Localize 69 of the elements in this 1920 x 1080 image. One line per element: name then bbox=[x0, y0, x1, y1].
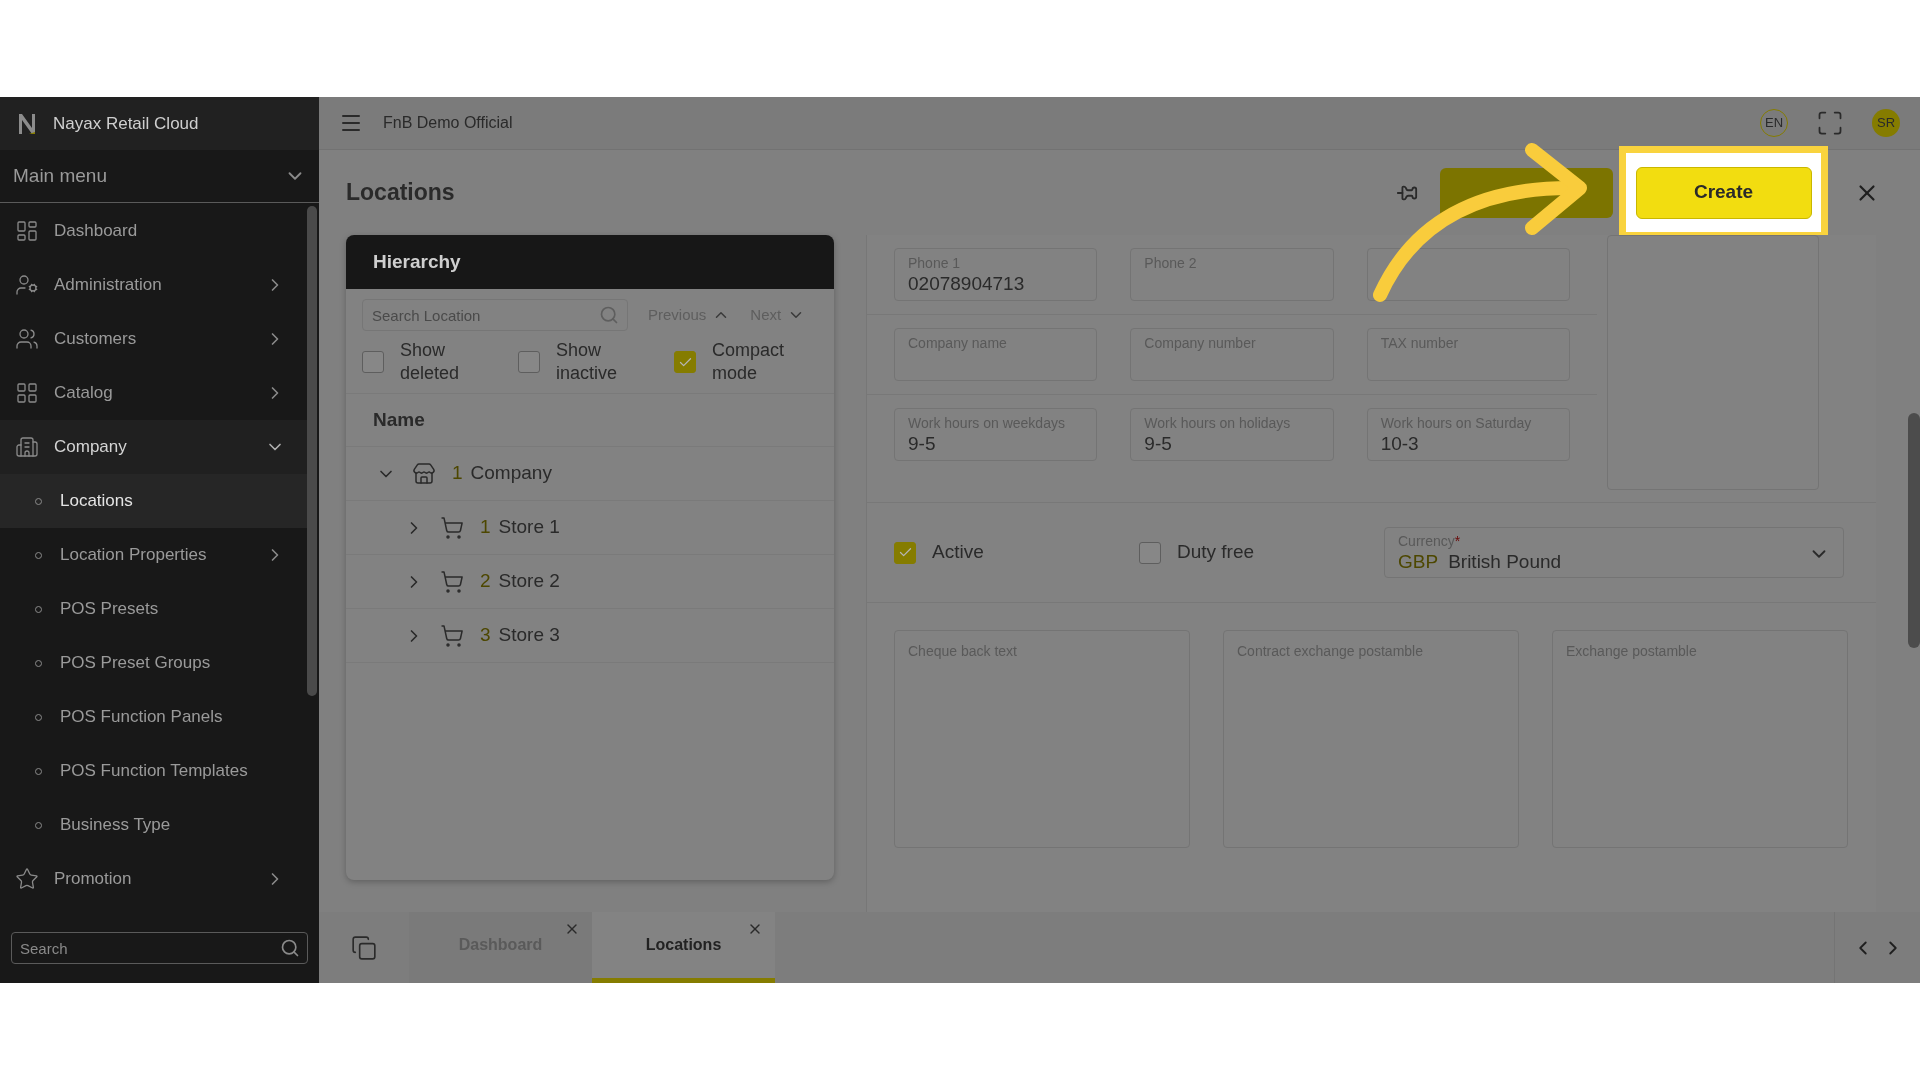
avatar[interactable]: SR bbox=[1872, 109, 1900, 137]
field-value: 9-5 bbox=[908, 432, 937, 456]
currency-code: GBP bbox=[1398, 550, 1439, 574]
location-name: Store 3 bbox=[498, 623, 560, 648]
sidebar-subitem[interactable]: Business Type bbox=[0, 798, 307, 852]
company-name: FnB Demo Official bbox=[383, 113, 514, 133]
location-number: 2 bbox=[480, 569, 491, 594]
store-icon bbox=[412, 461, 436, 486]
checkbox[interactable] bbox=[894, 541, 916, 564]
tree-row[interactable]: 1 Store 1 bbox=[346, 501, 834, 555]
tree-row[interactable]: 2 Store 2 bbox=[346, 555, 834, 609]
dashboard-icon bbox=[15, 219, 39, 243]
search-icon bbox=[599, 305, 619, 325]
cart-icon bbox=[440, 623, 464, 648]
field-value: 10-3 bbox=[1380, 432, 1420, 456]
brand-name: Nayax Retail Cloud bbox=[53, 112, 199, 135]
sidebar-subitem[interactable]: Location Properties bbox=[0, 528, 307, 582]
checkbox-label: Compact mode bbox=[712, 339, 786, 385]
search-icon bbox=[280, 938, 300, 958]
currency-name: British Pound bbox=[1448, 550, 1562, 574]
tab[interactable]: Locations bbox=[592, 912, 775, 983]
tree-row[interactable]: 1 Company bbox=[346, 447, 834, 501]
scrollbar[interactable] bbox=[1908, 413, 1920, 648]
checkbox[interactable] bbox=[518, 351, 540, 373]
users-icon bbox=[15, 327, 39, 351]
field-value: 9-5 bbox=[1144, 432, 1173, 456]
sidebar-item[interactable]: Promotion bbox=[0, 852, 307, 906]
fullscreen-icon[interactable] bbox=[1816, 109, 1844, 137]
sidebar-subitem[interactable]: Locations bbox=[0, 474, 307, 528]
column-header: Name bbox=[373, 407, 425, 432]
building-icon bbox=[15, 435, 39, 459]
create-button[interactable]: Create bbox=[1635, 166, 1812, 219]
sidebar-item[interactable]: Customers bbox=[0, 312, 307, 366]
page-title: Locations bbox=[346, 178, 456, 208]
location-name: Company bbox=[470, 461, 552, 486]
grid-icon bbox=[15, 381, 39, 405]
sidebar-subitem[interactable]: POS Presets bbox=[0, 582, 307, 636]
location-name: Store 2 bbox=[498, 569, 560, 594]
location-name: Store 1 bbox=[498, 515, 560, 540]
cart-icon bbox=[440, 569, 464, 594]
checkbox-label: Show inactive bbox=[556, 339, 619, 385]
sidebar-subitem[interactable]: POS Preset Groups bbox=[0, 636, 307, 690]
logo-icon bbox=[17, 112, 37, 135]
checkbox[interactable] bbox=[674, 351, 696, 373]
checkbox[interactable] bbox=[362, 351, 384, 373]
checkbox-label: Duty free bbox=[1177, 540, 1255, 565]
location-number: 1 bbox=[452, 461, 463, 486]
sidebar-item[interactable]: Catalog bbox=[0, 366, 307, 420]
field-value: 02078904713 bbox=[908, 272, 1026, 296]
sidebar-subitem[interactable]: POS Function Templates bbox=[0, 744, 307, 798]
windows-icon[interactable] bbox=[351, 934, 377, 961]
checkbox[interactable] bbox=[1139, 541, 1161, 564]
panel-title: Hierarchy bbox=[373, 249, 461, 274]
cart-icon bbox=[440, 515, 464, 540]
sidebar-item[interactable]: Administration bbox=[0, 258, 307, 312]
scrollbar[interactable] bbox=[307, 206, 317, 696]
location-number: 3 bbox=[480, 623, 491, 648]
location-number: 1 bbox=[480, 515, 491, 540]
tree-row[interactable]: 3 Store 3 bbox=[346, 609, 834, 663]
search-field[interactable]: Search Location bbox=[362, 299, 628, 331]
star-icon bbox=[15, 867, 39, 891]
sidebar-item[interactable]: Dashboard bbox=[0, 204, 307, 258]
input-field[interactable] bbox=[1366, 248, 1570, 301]
sidebar-subitem[interactable]: POS Function Panels bbox=[0, 690, 307, 744]
sidebar-item[interactable]: Company bbox=[0, 420, 307, 474]
checkbox-label: Show deleted bbox=[400, 339, 461, 385]
search-field[interactable]: Search bbox=[11, 932, 308, 964]
checkbox-label: Active bbox=[932, 540, 984, 565]
user-gear-icon bbox=[15, 273, 39, 297]
